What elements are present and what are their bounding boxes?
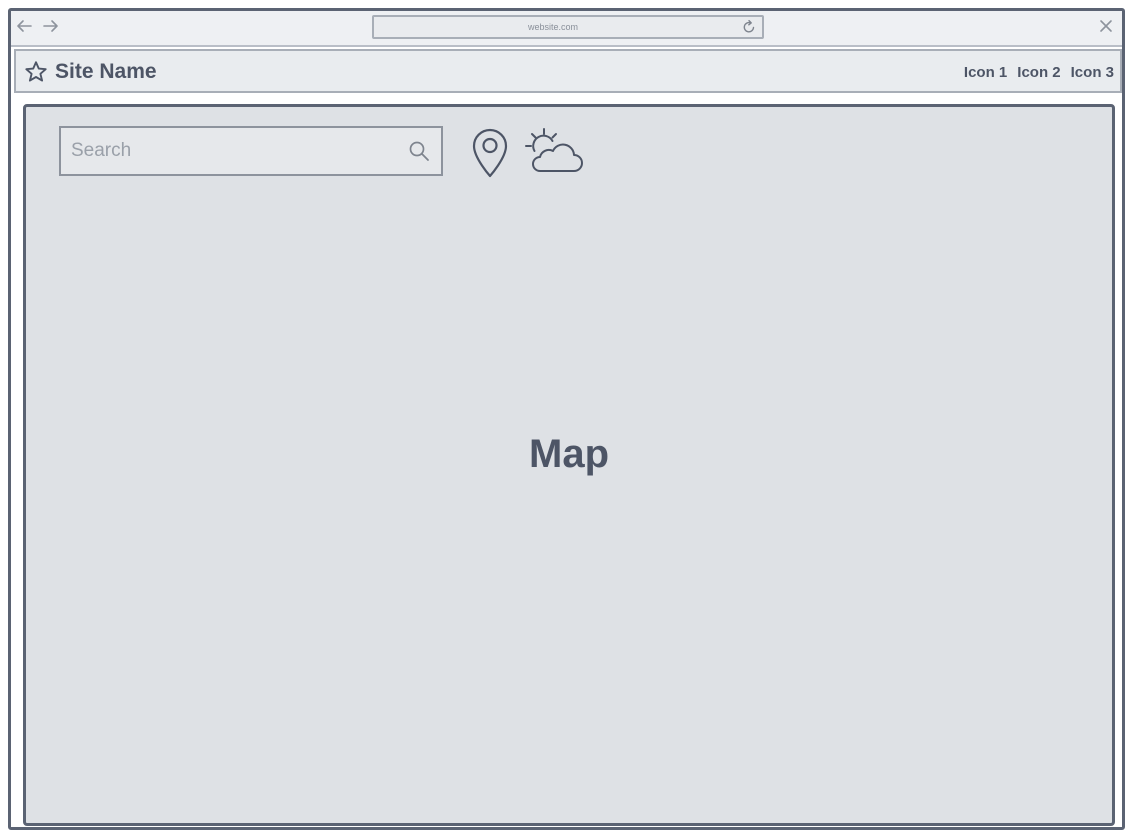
site-name: Site Name <box>55 60 157 83</box>
address-bar[interactable]: website.com <box>372 15 764 39</box>
browser-toolbar: website.com <box>11 11 1122 47</box>
header-nav: Icon 1 Icon 2 Icon 3 <box>954 64 1114 81</box>
reload-icon[interactable] <box>740 18 758 36</box>
arrow-right-icon <box>43 20 58 32</box>
forward-button[interactable] <box>39 15 61 37</box>
header-link-icon-3[interactable]: Icon 3 <box>1071 64 1114 81</box>
header-link-icon-2[interactable]: Icon 2 <box>1017 64 1060 81</box>
arrow-left-icon <box>17 20 32 32</box>
location-pin-icon[interactable] <box>470 127 510 179</box>
search-box[interactable] <box>59 126 443 176</box>
star-icon <box>25 61 47 82</box>
search-icon[interactable] <box>407 139 431 163</box>
address-url: website.com <box>527 22 579 32</box>
header-link-icon-1[interactable]: Icon 1 <box>964 64 1007 81</box>
map-view[interactable]: Map <box>23 104 1115 826</box>
close-button[interactable] <box>1094 14 1118 38</box>
search-input[interactable] <box>71 128 391 174</box>
back-button[interactable] <box>14 15 36 37</box>
map-placeholder-label: Map <box>529 432 609 476</box>
site-brand[interactable]: Site Name <box>24 59 157 85</box>
weather-icon[interactable] <box>522 125 584 177</box>
browser-window: website.com Site Name Icon 1 Icon 2 Icon… <box>8 8 1125 830</box>
close-icon <box>1100 20 1112 32</box>
site-header: Site Name Icon 1 Icon 2 Icon 3 <box>14 49 1122 93</box>
